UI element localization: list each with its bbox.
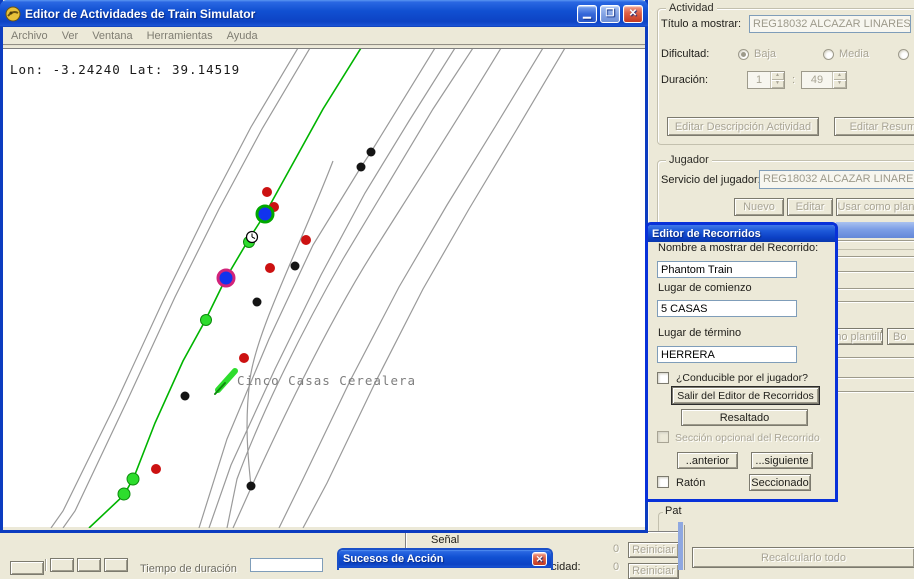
route-end-label: Lugar de término — [658, 327, 741, 339]
difficulty-label: Dificultad: — [661, 48, 709, 60]
close-button[interactable]: ✕ — [623, 5, 643, 23]
optional-section-checkbox[interactable] — [657, 431, 669, 443]
optional-section-label: Sección opcional del Recorrido — [675, 432, 820, 444]
menu-herramientas[interactable]: Herramientas — [147, 30, 213, 42]
drivable-checkbox-label: ¿Conducible por el jugador? — [676, 372, 808, 384]
duration-label: Duración: — [661, 74, 708, 86]
use-as-template-button-fragment[interactable]: mo plantilla — [837, 328, 883, 345]
background-window-field-line — [838, 301, 914, 303]
edit-summary-button[interactable]: Editar Resumen — [834, 117, 914, 136]
recalculate-all-button[interactable]: Recalcularlo todo — [692, 547, 914, 568]
delete-button-fragment[interactable]: Bo — [887, 328, 914, 345]
track-map: Cinco Casas Cerealera — [3, 49, 645, 528]
previous-section-button[interactable]: ..anterior — [677, 452, 738, 469]
difficulty-radio-low-label: Baja — [754, 48, 776, 60]
background-window-titlebar[interactable] — [836, 222, 914, 238]
route-name-field[interactable]: Phantom Train — [657, 261, 797, 278]
route-editor-titlebar[interactable]: Editor de Recorridos — [648, 225, 835, 242]
difficulty-radio-high[interactable] — [898, 49, 909, 60]
route-start-label: Lugar de comienzo — [658, 282, 752, 294]
menu-bar: Archivo Ver Ventana Herramientas Ayuda — [3, 27, 645, 46]
activity-title-label: Título a mostrar: — [661, 18, 741, 30]
background-window-field-line — [838, 391, 914, 393]
difficulty-radio-mid-label: Media — [839, 48, 869, 60]
route-editor-title: Editor de Recorridos — [652, 228, 761, 240]
exit-route-editor-button[interactable]: Salir del Editor de Recorridos — [672, 387, 819, 404]
background-window-field-line — [838, 357, 914, 359]
toolbar-button-1[interactable] — [10, 561, 44, 575]
route-end-marker[interactable] — [218, 270, 234, 286]
route-end-field[interactable]: HERRERA — [657, 346, 797, 363]
player-new-button[interactable]: Nuevo — [734, 198, 784, 216]
app-icon — [5, 6, 21, 22]
spinner-up-icon: ▲ — [771, 72, 784, 80]
route-start-marker[interactable] — [257, 206, 273, 222]
signal-row-label-fragment: Señal — [431, 534, 459, 546]
recalc-window-inner-edge — [684, 525, 686, 570]
player-service-label: Servicio del jugador: — [661, 174, 761, 186]
speed-reset-button[interactable]: Reiniciar — [628, 563, 679, 579]
speed-row-value: 0 — [613, 561, 619, 573]
duration-separator: : — [792, 74, 795, 86]
difficulty-radio-mid[interactable] — [823, 49, 834, 60]
player-service-field[interactable]: REG18032 ALCAZAR LINARES — [759, 170, 914, 189]
player-edit-button[interactable]: Editar — [787, 198, 833, 216]
action-events-title: Sucesos de Acción — [343, 553, 529, 565]
route-name-label: Nombre a mostrar del Recorrido: — [658, 242, 818, 254]
clock-marker[interactable] — [247, 232, 258, 243]
action-events-window: Sucesos de Acción ✕ — [337, 548, 553, 570]
maximize-button[interactable]: ❐ — [600, 5, 620, 23]
menu-ayuda[interactable]: Ayuda — [227, 30, 258, 42]
background-window-field-line — [838, 288, 914, 290]
spinner-down-icon: ▼ — [833, 80, 846, 88]
main-window-titlebar[interactable]: Editor de Actividades de Train Simulator… — [0, 0, 648, 27]
duration-hours-spinner[interactable]: 1 ▲▼ — [747, 71, 785, 89]
drivable-checkbox[interactable] — [657, 372, 669, 384]
background-window-field-line — [838, 271, 914, 273]
signal-reset-button[interactable]: Reiniciar — [628, 542, 679, 558]
menu-ventana[interactable]: Ventana — [92, 30, 132, 42]
main-window: Editor de Actividades de Train Simulator… — [0, 0, 648, 533]
main-window-title: Editor de Actividades de Train Simulator — [25, 7, 574, 21]
recalc-window: Recalcularlo todo — [678, 522, 914, 570]
next-section-button[interactable]: ...siguiente — [751, 452, 813, 469]
minimize-button[interactable]: ▁ — [577, 5, 597, 23]
mouse-checkbox[interactable] — [657, 476, 669, 488]
map-area[interactable]: Cinco Casas Cerealera Lon: -3.24240 Lat:… — [3, 48, 645, 527]
time-duration-label: Tiempo de duración — [140, 563, 237, 575]
duration-minutes-spinner[interactable]: 49 ▲▼ — [801, 71, 847, 89]
mouse-checkbox-label: Ratón — [676, 477, 705, 489]
station-label: Cinco Casas Cerealera — [237, 373, 416, 388]
activity-title-field[interactable]: REG18032 ALCAZAR LINARES — [749, 15, 911, 33]
route-start-field[interactable]: 5 CASAS — [657, 300, 797, 317]
route-editor-dialog: Editor de Recorridos Nombre a mostrar de… — [645, 222, 838, 502]
action-events-titlebar[interactable]: Sucesos de Acción ✕ — [339, 550, 551, 568]
activity-group-title: Actividad — [666, 2, 717, 14]
player-use-template-button[interactable]: Usar como plan — [836, 198, 914, 216]
highlight-button[interactable]: Resaltado — [681, 409, 808, 426]
background-window-field-line — [838, 377, 914, 379]
sectioned-button[interactable]: Seccionado — [749, 474, 811, 491]
action-events-close-icon[interactable]: ✕ — [532, 552, 547, 566]
highlighted-route-line — [89, 49, 361, 528]
pat-group-title-fragment: Pat — [663, 505, 684, 517]
coordinates-readout: Lon: -3.24240 Lat: 39.14519 — [10, 62, 240, 77]
menu-ver[interactable]: Ver — [62, 30, 79, 42]
player-group-title: Jugador — [666, 154, 712, 166]
edit-description-button[interactable]: Editar Descripción Actividad — [667, 117, 819, 136]
spinner-up-icon: ▲ — [833, 72, 846, 80]
track-lines — [51, 49, 565, 528]
difficulty-radio-low[interactable] — [738, 49, 749, 60]
spinner-down-icon: ▼ — [771, 80, 784, 88]
background-window-field-line — [838, 240, 914, 242]
background-window-field-line — [838, 256, 914, 258]
toolbar-separator — [45, 559, 47, 571]
signal-row-value: 0 — [613, 543, 619, 555]
menu-archivo[interactable]: Archivo — [11, 30, 48, 42]
